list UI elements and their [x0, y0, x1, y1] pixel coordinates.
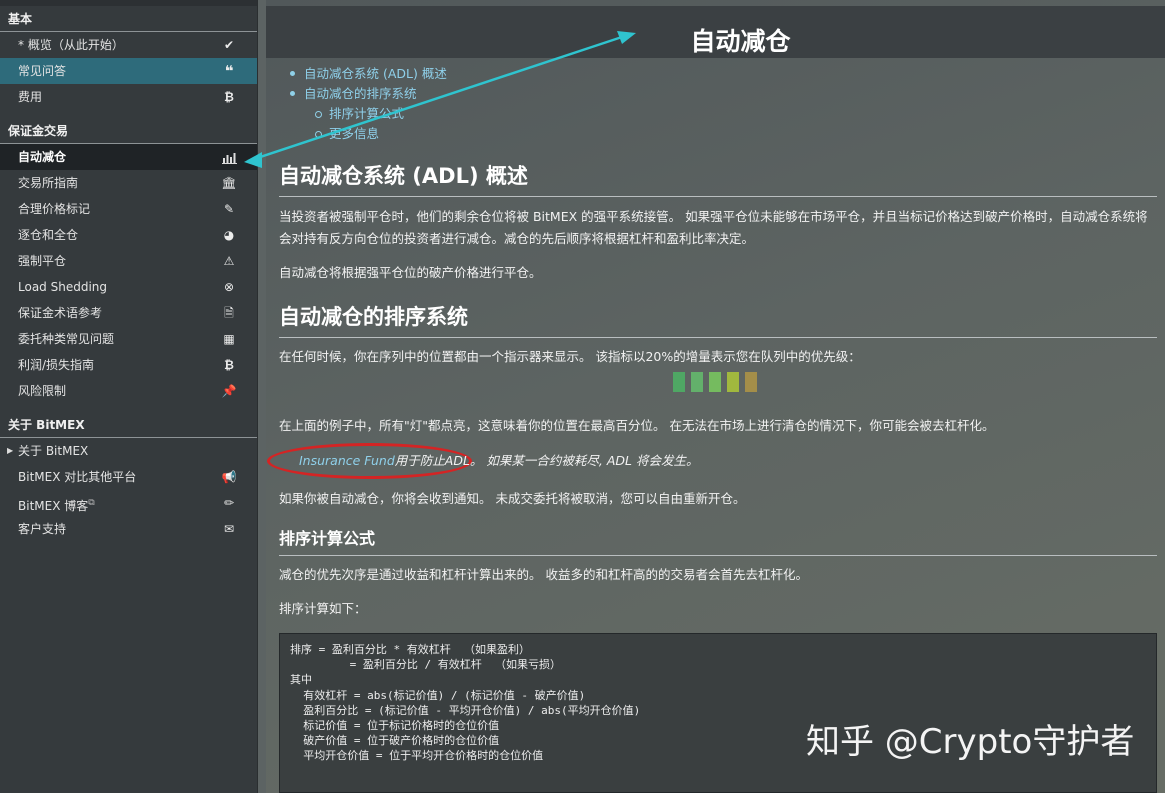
adl-indicator-light — [709, 372, 721, 392]
insurance-text-2: 如果某一合约被耗尽, ADL 将会发生。 — [482, 453, 699, 468]
sidebar-item-label: Load Shedding — [18, 280, 107, 294]
insurance-text-1: 用于防止ADL。 — [394, 453, 483, 468]
paragraph-formula-2: 排序计算如下： — [279, 601, 367, 616]
edit-icon: ✎ — [223, 202, 235, 216]
sidebar-item-order-types-faq[interactable]: 委托种类常见问题 ▦ — [0, 326, 257, 352]
page-header: 自动减仓 — [266, 6, 1165, 58]
bitcoin-icon: ₿ — [224, 358, 234, 372]
sidebar-item-label: 逐仓和全仓 — [18, 228, 79, 242]
external-link-icon: ⧉ — [88, 498, 95, 508]
sidebar-item-label: 关于 BitMEX — [18, 444, 89, 458]
sidebar-item-bitmex-blog[interactable]: BitMEX 博客⧉ ✏ — [0, 490, 257, 516]
sidebar-item-pnl-guide[interactable]: 利润/损失指南 ₿ — [0, 352, 257, 378]
bar-chart-icon — [221, 144, 237, 170]
sidebar-item-label: 常见问答 — [18, 64, 67, 78]
toc-item: 更多信息 — [290, 124, 447, 144]
table-of-contents: 自动减仓系统 (ADL) 概述 自动减仓的排序系统 排序计算公式 更多信息 — [290, 64, 447, 144]
content-border-strip — [258, 0, 266, 793]
toc-link-overview[interactable]: 自动减仓系统 (ADL) 概述 — [304, 66, 447, 81]
sidebar-item-load-shedding[interactable]: Load Shedding ⊗ — [0, 274, 257, 300]
sidebar-item-label: * 概览（从此开始） — [18, 38, 124, 52]
insurance-fund-note: Insurance Fund用于防止ADL。 如果某一合约被耗尽, ADL 将会… — [299, 450, 1139, 472]
formula-code-block: 排序 = 盈利百分比 * 有效杠杆 （如果盈利） = 盈利百分比 / 有效杠杆 … — [279, 633, 1157, 793]
sidebar-item-bitmex-vs-others[interactable]: BitMEX 对比其他平台 📢 — [0, 464, 257, 490]
bank-icon: 🏛 — [221, 176, 237, 190]
sidebar-item-about-bitmex[interactable]: ▶ 关于 BitMEX — [0, 438, 257, 464]
adl-indicator-light — [727, 372, 739, 392]
caret-right-icon: ▶ — [7, 446, 14, 455]
calculator-icon: ▦ — [223, 332, 235, 346]
sidebar-item-label: 自动减仓 — [18, 150, 67, 164]
pencil-icon: ✏ — [223, 496, 235, 510]
sidebar-item-faq[interactable]: 常见问答 ❝ — [0, 58, 257, 84]
sidebar-item-label: 利润/损失指南 — [18, 358, 95, 372]
paragraph-formula-1: 减仓的优先次序是通过收益和杠杆计算出来的。 收益多的和杠杆高的的交易者会首先去杠… — [279, 567, 808, 582]
document-icon: 🗎 — [224, 306, 234, 320]
paragraph-overview-1: 当投资者被强制平仓时，他们的剩余仓位将被 BitMEX 的强平系统接管。 如果强… — [279, 209, 1148, 246]
sidebar-item-label: 客户支持 — [18, 522, 67, 536]
sidebar-item-auto-deleveraging[interactable]: 自动减仓 — [0, 144, 257, 170]
paragraph-ranking-1: 在任何时候，你在序列中的位置都由一个指示器来显示。 该指标以20%的增量表示您在… — [279, 349, 861, 364]
sidebar: 基本 * 概览（从此开始） ✔ 常见问答 ❝ 费用 ₿ 保证金交易 自动减仓 交… — [0, 0, 258, 793]
sidebar-section-about: 关于 BitMEX — [0, 412, 257, 438]
sidebar-item-fair-price-marking[interactable]: 合理价格标记 ✎ — [0, 196, 257, 222]
adl-indicator — [673, 372, 763, 392]
toc-item: 排序计算公式 — [290, 104, 447, 124]
envelope-icon: ✉ — [223, 522, 235, 536]
heading-formula: 排序计算公式 — [279, 525, 1157, 556]
pin-icon: 📌 — [221, 384, 237, 398]
watermark: 知乎 @Crypto守护者 — [806, 722, 1135, 762]
toc-link-formula[interactable]: 排序计算公式 — [329, 106, 404, 121]
sidebar-item-liquidation[interactable]: 强制平仓 ⚠ — [0, 248, 257, 274]
bitcoin-icon: ₿ — [224, 90, 234, 104]
sidebar-section-basics: 基本 — [0, 6, 257, 32]
heading-overview: 自动减仓系统 (ADL) 概述 — [279, 160, 1157, 197]
heading-ranking: 自动减仓的排序系统 — [279, 301, 1157, 338]
sidebar-item-label: BitMEX 博客 — [18, 499, 89, 513]
sidebar-item-fees[interactable]: 费用 ₿ — [0, 84, 257, 110]
sidebar-item-label: 交易所指南 — [18, 176, 79, 190]
toc-item: 自动减仓系统 (ADL) 概述 — [290, 64, 447, 84]
sidebar-item-label: 合理价格标记 — [18, 202, 91, 216]
sidebar-item-label: 委托种类常见问题 — [18, 332, 115, 346]
sidebar-item-customer-support[interactable]: 客户支持 ✉ — [0, 516, 257, 542]
main-content: 自动减仓 自动减仓系统 (ADL) 概述 自动减仓的排序系统 排序计算公式 更多… — [266, 0, 1165, 793]
sidebar-item-margin-terms[interactable]: 保证金术语参考 🗎 — [0, 300, 257, 326]
sidebar-item-label: 费用 — [18, 90, 43, 104]
adl-indicator-light — [691, 372, 703, 392]
paragraph-ranking-2: 在上面的例子中，所有"灯"都点亮，这意味着你的位置在最高百分位。 在无法在市场上… — [279, 418, 995, 433]
sidebar-item-label: BitMEX 对比其他平台 — [18, 470, 137, 484]
paragraph-overview-2: 自动减仓将根据强平仓位的破产价格进行平仓。 — [279, 265, 542, 280]
sidebar-section-margin-trading: 保证金交易 — [0, 118, 257, 144]
close-circle-icon: ⊗ — [223, 280, 235, 294]
megaphone-icon: 📢 — [221, 470, 237, 484]
warning-icon: ⚠ — [223, 254, 235, 268]
toc-link-ranking[interactable]: 自动减仓的排序系统 — [304, 86, 417, 101]
sidebar-item-label: 风险限制 — [18, 384, 67, 398]
paragraph-ranking-3: 如果你被自动减仓，你将会收到通知。 未成交委托将被取消，您可以自由重新开仓。 — [279, 491, 746, 506]
check-icon: ✔ — [223, 38, 235, 52]
adl-indicator-light — [673, 372, 685, 392]
quote-icon: ❝ — [224, 62, 234, 80]
sidebar-item-overview[interactable]: * 概览（从此开始） ✔ — [0, 32, 257, 58]
pie-chart-icon: ◕ — [223, 228, 235, 242]
toc-link-more-info[interactable]: 更多信息 — [329, 126, 379, 141]
adl-indicator-light — [745, 372, 757, 392]
sidebar-item-isolated-cross[interactable]: 逐仓和全仓 ◕ — [0, 222, 257, 248]
toc-item: 自动减仓的排序系统 — [290, 84, 447, 104]
sidebar-item-exchange-guide[interactable]: 交易所指南 🏛 — [0, 170, 257, 196]
sidebar-item-label: 保证金术语参考 — [18, 306, 103, 320]
insurance-fund-link[interactable]: Insurance Fund — [299, 453, 395, 468]
sidebar-item-label: 强制平仓 — [18, 254, 67, 268]
sidebar-item-risk-limits[interactable]: 风险限制 📌 — [0, 378, 257, 404]
page-title: 自动减仓 — [690, 27, 791, 56]
